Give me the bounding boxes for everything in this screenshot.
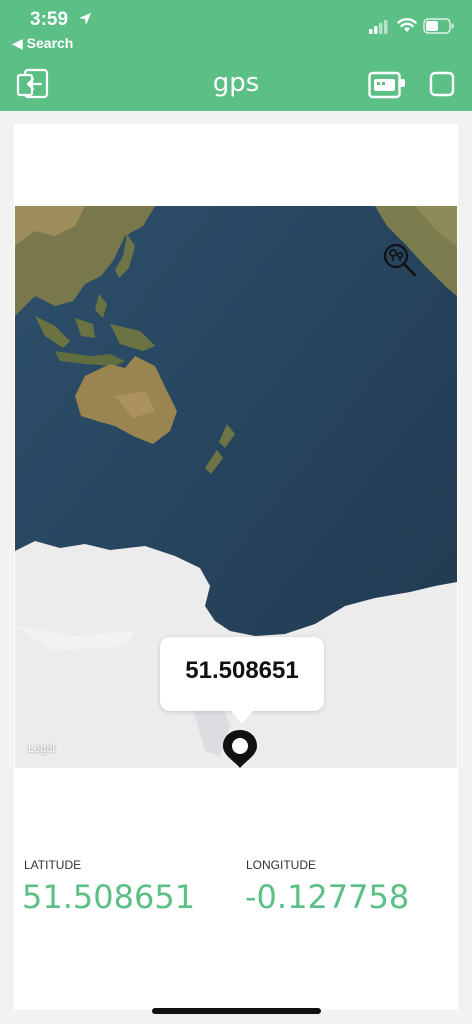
longitude-label: LONGITUDE: [246, 858, 317, 872]
wifi-icon: [397, 17, 417, 38]
back-to-search-link[interactable]: ◀ Search: [12, 35, 73, 52]
location-arrow-icon: [78, 12, 92, 31]
map-pin-icon[interactable]: [221, 728, 259, 768]
status-bar: 3:59 ◀ Search: [0, 0, 472, 58]
map-view[interactable]: 51.508651 Legal: [15, 206, 457, 768]
device-icon[interactable]: [368, 71, 406, 104]
stop-icon[interactable]: [429, 71, 455, 102]
status-time: 3:59: [30, 9, 69, 30]
map-search-icon[interactable]: [382, 242, 418, 283]
latitude-label: LATITUDE: [24, 858, 82, 872]
legal-link[interactable]: Legal: [28, 743, 55, 755]
nav-bar: gps: [0, 58, 472, 111]
battery-icon: [423, 18, 455, 39]
longitude-value: -0.127758: [245, 878, 410, 916]
cellular-signal-icon: [369, 20, 389, 39]
callout-value: 51.508651: [185, 657, 299, 684]
latitude-value: 51.508651: [22, 878, 196, 916]
location-callout: 51.508651: [160, 637, 324, 724]
home-indicator[interactable]: [152, 1008, 321, 1014]
